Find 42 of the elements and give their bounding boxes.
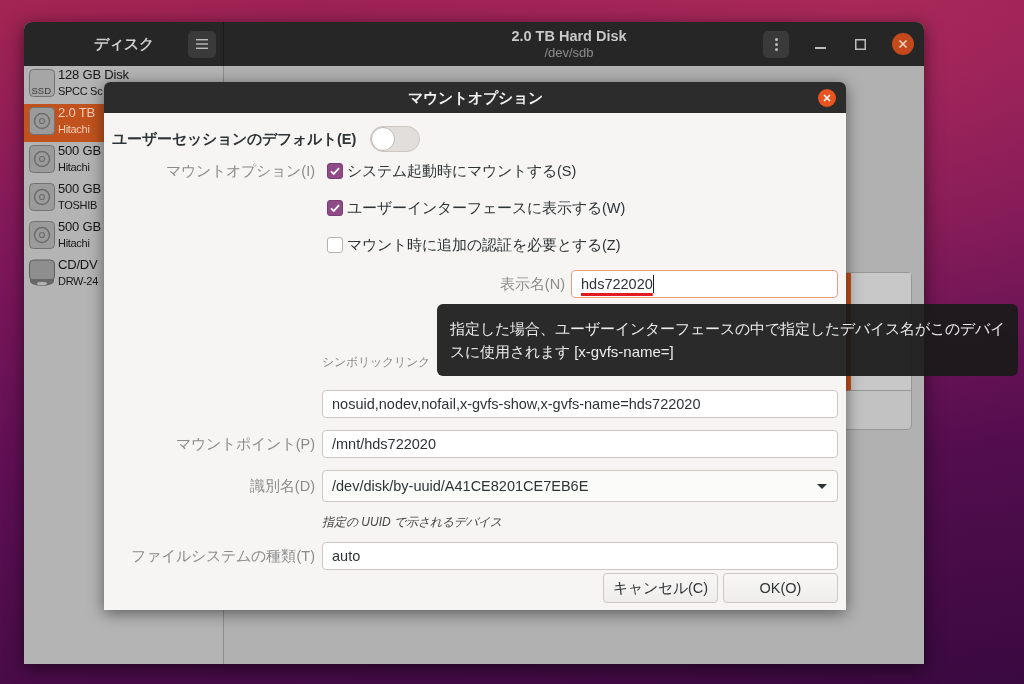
menu-icon [196,39,208,49]
setting-label: ユーザーセッションのデフォルト(E) [112,130,357,149]
optical-drive-icon [29,259,55,287]
sidebar-item[interactable]: CD/DV DRW-24 [24,256,104,294]
field-label: マウントポイント(P) [174,435,315,454]
checkbox-label[interactable]: ユーザーインターフェースに表示する(W) [347,197,626,218]
sidebar-item[interactable]: SSD 128 GB Disk SPCC Sc [24,66,129,104]
window-title: 2.0 TB Hard Disk [511,28,627,45]
checkbox[interactable] [327,199,343,216]
text-field[interactable]: nosuid,nodev,nofail,x-gvfs-show,x-gvfs-name=hds722020 [322,390,838,418]
field-label: シンボリックリンク [322,354,430,371]
vertical-dots-icon [774,37,778,51]
menu-button[interactable] [188,30,216,58]
close-icon[interactable] [892,33,914,55]
window-subtitle: /dev/sdb [544,45,594,60]
caret-down-icon [817,483,827,489]
sidebar-item[interactable]: 500 GB Hitachi [24,218,104,256]
text-field[interactable]: auto [322,542,838,570]
checkbox-label[interactable]: マウント時に追加の認証を必要とする(Z) [347,234,621,255]
close-icon[interactable] [818,88,836,107]
tooltip: 指定した場合、ユーザーインターフェースの中で指定したデバイス名がこのデバイスに使用されます [x-gvfs-name=] [437,304,1018,376]
sidebar-title: ディスク [93,35,154,53]
field-label: マウントオプション(I) [165,161,315,181]
dialog-button[interactable]: キャンセル(C) [603,573,718,603]
maximize-icon[interactable] [855,38,866,50]
field-label: ファイルシステムの種類(T) [130,547,315,566]
ssd-icon: SSD [29,69,55,97]
more-button[interactable] [763,30,789,58]
dropdown[interactable]: /dev/disk/by-uuid/A41CE8201CE7EB6E [322,470,838,502]
sidebar-item[interactable]: 500 GB Hitachi [24,142,104,180]
field-label: 識別名(D) [248,477,315,496]
field-label: 表示名(N) [498,275,565,294]
checkbox[interactable] [327,162,343,179]
checkbox-label[interactable]: システム起動時にマウントする(S) [347,160,577,181]
dialog-title: マウントオプション [407,88,543,107]
sidebar-item[interactable]: 500 GB TOSHIB [24,180,104,218]
toggle-switch[interactable] [370,126,421,152]
checkbox[interactable] [327,236,343,253]
text-field[interactable]: /mnt/hds722020 [322,430,838,458]
dialog-button[interactable]: OK(O) [723,573,838,603]
text-field[interactable]: hds722020 [571,270,838,298]
hint-text: 指定の UUID で示されるデバイス [322,514,503,530]
